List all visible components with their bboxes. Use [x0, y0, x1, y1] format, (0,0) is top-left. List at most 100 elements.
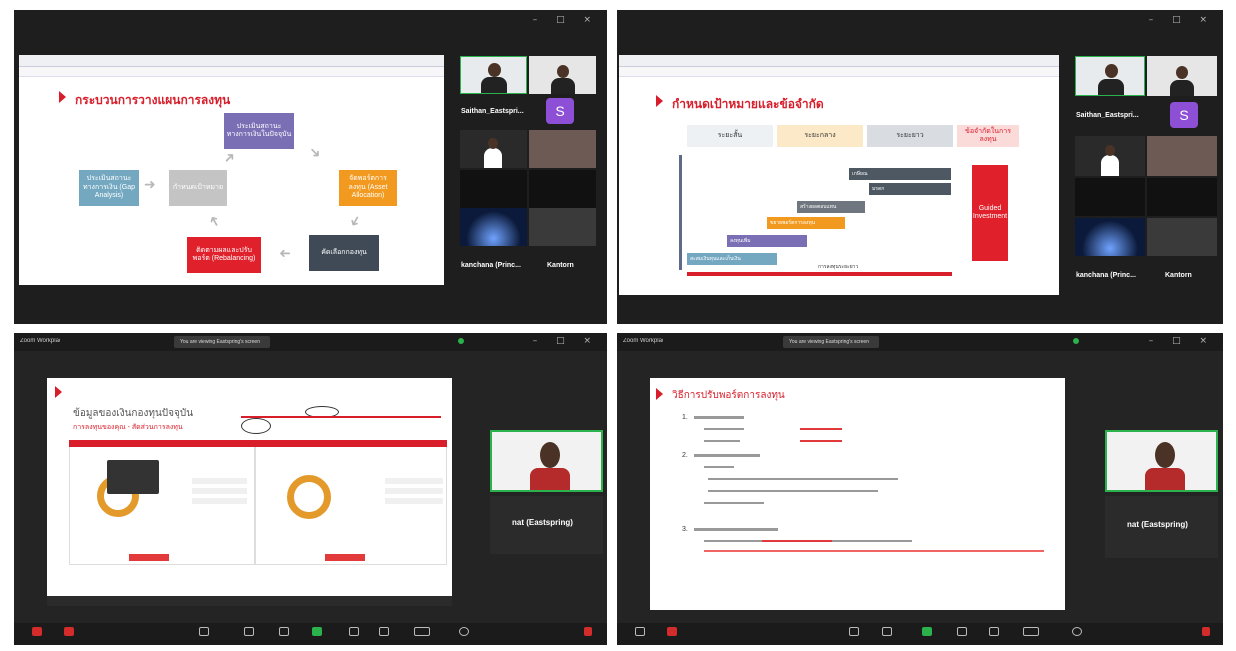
- video-tile[interactable]: [529, 56, 596, 94]
- meeting-screenshot-4: Zoom Workplace You are viewing Eastsprin…: [617, 333, 1223, 645]
- window-controls[interactable]: – □ ×: [1149, 15, 1215, 25]
- slide-title: กระบวนการวางแผนการลงทุน: [75, 93, 231, 107]
- video-tile[interactable]: [1075, 218, 1145, 256]
- apps-icon[interactable]: [379, 627, 389, 636]
- process-box-goal: กำหนดเป้าหมาย: [169, 170, 227, 206]
- red-text-line: [800, 440, 842, 442]
- video-tile[interactable]: [529, 208, 596, 246]
- mute-icon[interactable]: [32, 627, 42, 636]
- whiteboard-icon[interactable]: [1023, 627, 1039, 636]
- shared-slide: กระบวนการวางแผนการลงทุน ประเมินสถานะทางก…: [19, 55, 444, 285]
- video-tile[interactable]: [460, 208, 527, 246]
- text-line: [708, 478, 898, 480]
- person-face: [1155, 442, 1175, 468]
- person-face: [488, 63, 501, 77]
- participants-icon[interactable]: [199, 627, 209, 636]
- security-icon[interactable]: [458, 338, 464, 344]
- participant-name: kanchana (Princ...: [461, 262, 521, 269]
- process-box-current: ประเมินสถานะทางการเงิน (Gap Analysis): [79, 170, 139, 206]
- app-name: Zoom Workplace: [623, 338, 663, 344]
- leave-icon[interactable]: [584, 627, 592, 636]
- window-controls[interactable]: – □ ×: [533, 15, 599, 25]
- text-line: [694, 416, 744, 419]
- browser-toolbar: [19, 55, 444, 67]
- zoom-toolbar: [617, 623, 1223, 645]
- security-icon[interactable]: [1073, 338, 1079, 344]
- text-line: [694, 528, 778, 531]
- arrow-icon: ➜: [220, 148, 240, 168]
- brand-chevron-icon: [59, 91, 66, 103]
- slide-title: กำหนดเป้าหมายและข้อจำกัด: [672, 97, 824, 111]
- video-tile[interactable]: [529, 130, 596, 168]
- chat-icon[interactable]: [244, 627, 254, 636]
- meeting-screenshot-1: – □ × กระบวนการวางแผนการลงทุน ประเมินสถา…: [14, 10, 607, 324]
- video-tile[interactable]: [1147, 178, 1217, 216]
- person-body: [1101, 155, 1119, 176]
- share-icon[interactable]: [922, 627, 932, 636]
- video-tile[interactable]: [1147, 136, 1217, 176]
- video-tile[interactable]: [460, 130, 527, 168]
- timeline-arrow: [687, 272, 952, 276]
- whiteboard-icon[interactable]: [414, 627, 430, 636]
- react-icon[interactable]: [279, 627, 289, 636]
- participant-name: Saithan_Eastspri...: [1076, 112, 1139, 119]
- arrow-icon: ➜: [205, 211, 225, 231]
- more-icon[interactable]: [459, 627, 469, 636]
- leave-icon[interactable]: [1202, 627, 1210, 636]
- browser-tabs: [19, 67, 444, 77]
- video-off-icon[interactable]: [64, 627, 74, 636]
- video-tile[interactable]: [460, 56, 527, 94]
- window-controls[interactable]: – □ ×: [1149, 336, 1215, 346]
- red-button[interactable]: [325, 554, 365, 561]
- red-text-line: [762, 540, 832, 542]
- speaker-video[interactable]: [490, 430, 603, 492]
- text-line: [694, 454, 760, 457]
- record-icon[interactable]: [957, 627, 967, 636]
- video-tile[interactable]: [1075, 136, 1145, 176]
- more-icon[interactable]: [1072, 627, 1082, 636]
- red-divider: [241, 416, 441, 418]
- share-icon[interactable]: [312, 627, 322, 636]
- donut-chart: [287, 475, 331, 519]
- person-body: [1170, 80, 1194, 96]
- process-box-select: คัดเลือกกองทุน: [309, 235, 379, 271]
- red-text-line: [704, 550, 1044, 552]
- video-off-icon[interactable]: [667, 627, 677, 636]
- data-table: [192, 478, 247, 508]
- person-body: [484, 148, 502, 168]
- stair-step: ขยายพอร์ตการลงทุน: [767, 217, 845, 229]
- slide-title: ข้อมูลของเงินกองทุนปัจจุบัน: [73, 408, 194, 419]
- speaker-name: nat (Eastspring): [1127, 520, 1188, 529]
- video-tile[interactable]: [1075, 56, 1145, 96]
- text-line: [704, 440, 740, 442]
- video-tile[interactable]: [529, 170, 596, 208]
- window-controls[interactable]: – □ ×: [533, 336, 599, 346]
- item-number: 1.: [682, 414, 688, 421]
- person-body: [481, 77, 507, 93]
- slide-title: วิธีการปรับพอร์ตการลงทุน: [672, 390, 785, 401]
- panel-header: [69, 440, 255, 447]
- header-constraint: ข้อจำกัดในการลงทุน: [957, 125, 1019, 147]
- slide-footer: [47, 596, 452, 606]
- participant-name: Kantorn: [1165, 272, 1192, 279]
- share-tab[interactable]: You are viewing Eastspring's screen: [783, 336, 879, 348]
- video-tile[interactable]: [1147, 56, 1217, 96]
- stair-step: มรดก: [869, 183, 951, 195]
- speaker-name: nat (Eastspring): [512, 518, 573, 527]
- red-button[interactable]: [129, 554, 169, 561]
- text-line: [708, 490, 878, 492]
- participants-icon[interactable]: [849, 627, 859, 636]
- chat-icon[interactable]: [882, 627, 892, 636]
- share-tab[interactable]: You are viewing Eastspring's screen: [174, 336, 270, 348]
- video-tile[interactable]: [1147, 218, 1217, 256]
- item-number: 3.: [682, 526, 688, 533]
- process-box-allocation: จัดพอร์ตการลงทุน (Asset Allocation): [339, 170, 397, 206]
- mute-icon[interactable]: [635, 627, 645, 636]
- apps-icon[interactable]: [989, 627, 999, 636]
- vertical-axis: [679, 155, 682, 270]
- record-icon[interactable]: [349, 627, 359, 636]
- speaker-video[interactable]: [1105, 430, 1218, 492]
- video-tile[interactable]: [460, 170, 527, 208]
- video-tile[interactable]: [1075, 178, 1145, 216]
- text-line: [704, 466, 734, 468]
